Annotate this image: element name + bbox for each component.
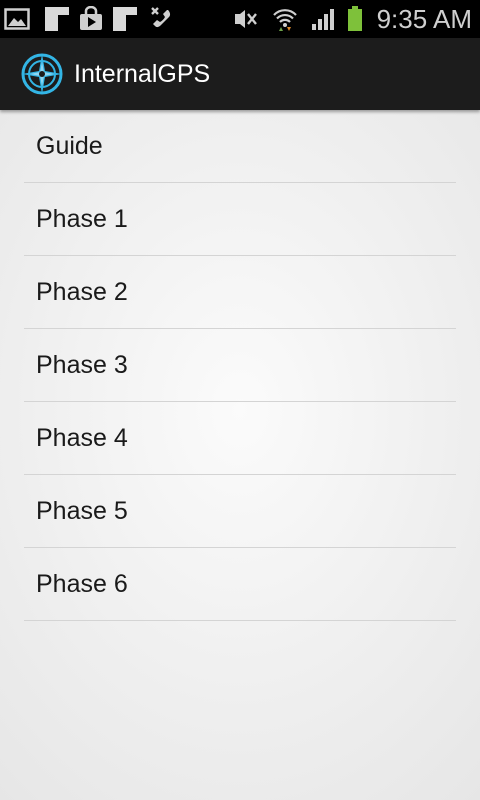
menu-item-label: Phase 2 [36,278,128,306]
menu-list: Guide Phase 1 Phase 2 Phase 3 Phase 4 Ph… [24,110,456,621]
blank-notification-icon [45,7,69,31]
action-bar: InternalGPS [0,38,480,110]
missed-call-icon [151,7,171,28]
compass-icon[interactable] [20,52,64,96]
menu-item-label: Guide [36,132,103,160]
menu-item-phase-4[interactable]: Phase 4 [24,402,456,475]
menu-item-guide[interactable]: Guide [24,110,456,183]
menu-item-phase-3[interactable]: Phase 3 [24,329,456,402]
menu-item-label: Phase 4 [36,424,128,452]
menu-item-label: Phase 3 [36,351,128,379]
menu-item-phase-1[interactable]: Phase 1 [24,183,456,256]
menu-item-phase-5[interactable]: Phase 5 [24,475,456,548]
clock: 9:35 AM [376,4,472,34]
menu-item-phase-6[interactable]: Phase 6 [24,548,456,621]
shopping-bag-icon [80,6,102,30]
content-area: Guide Phase 1 Phase 2 Phase 3 Phase 4 Ph… [0,110,480,800]
app-title: InternalGPS [74,60,211,88]
battery-icon [348,6,362,31]
menu-item-label: Phase 1 [36,205,128,233]
menu-item-label: Phase 5 [36,497,128,525]
wifi-icon [273,9,297,31]
blank-notification-icon [113,7,137,31]
menu-item-phase-2[interactable]: Phase 2 [24,256,456,329]
gallery-notification-icon [4,8,30,30]
signal-icon [312,9,334,30]
menu-item-label: Phase 6 [36,570,128,598]
status-bar: 9:35 AM [0,0,480,38]
mute-icon [235,10,257,28]
